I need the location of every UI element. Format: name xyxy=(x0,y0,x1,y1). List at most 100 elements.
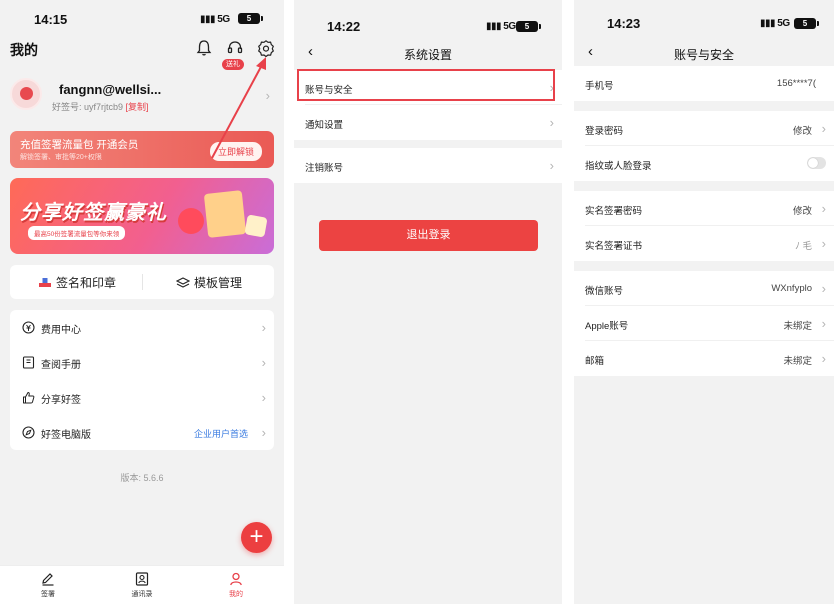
menu-label: 查阅手册 xyxy=(41,360,81,371)
coin-icon xyxy=(22,321,35,334)
tab-label: 我的 xyxy=(229,591,243,598)
chevron-right-icon: › xyxy=(261,425,266,440)
gear-icon[interactable] xyxy=(257,39,275,57)
row-value: 未绑定 xyxy=(783,356,812,367)
biometric-row: 指纹或人脸登录 xyxy=(574,146,834,181)
version-text: 版本: 5.6.6 xyxy=(120,473,164,483)
row-label: Apple账号 xyxy=(585,321,629,332)
chevron-right-icon: › xyxy=(821,236,826,251)
page-title: 我的 xyxy=(10,42,38,58)
chevron-right-icon: › xyxy=(261,390,266,405)
tool-label: 模板管理 xyxy=(194,276,243,290)
status-time: 14:23 xyxy=(607,16,641,31)
highlight-box xyxy=(297,69,555,101)
row-value: 修改 xyxy=(792,126,812,137)
sign-password-row[interactable]: 实名签署密码 修改 › xyxy=(574,191,834,226)
row-label: 实名签署证书 xyxy=(585,241,643,252)
row-label: 邮箱 xyxy=(585,356,605,367)
vip-title: 充值签署流量包 开通会员 xyxy=(20,139,139,151)
layers-icon xyxy=(176,277,190,288)
row-value: WXnfyplo xyxy=(771,283,812,294)
tab-label: 通讯录 xyxy=(131,591,153,598)
logout-button[interactable]: 退出登录 xyxy=(319,220,538,251)
menu-label: 费用中心 xyxy=(41,325,81,336)
menu-item-desktop[interactable]: 好签电脑版 企业用户首选 › xyxy=(10,415,274,450)
chevron-right-icon: › xyxy=(261,320,266,335)
row-label: 实名签署密码 xyxy=(585,206,643,217)
row-value: ﾉ 毛 xyxy=(795,241,812,252)
signal-icon: ▮▮▮ 5G xyxy=(200,14,230,25)
sign-cert-row[interactable]: 实名签署证书 ﾉ 毛 › xyxy=(574,226,834,261)
tab-mine[interactable]: 我的 xyxy=(206,572,266,599)
settings-group: 注销账号 › xyxy=(294,148,562,183)
row-value: 修改 xyxy=(792,206,812,217)
banner-title: 分享好签赢豪礼 xyxy=(20,202,167,224)
signature-seal-button[interactable]: 签名和印章 xyxy=(38,274,116,291)
login-password-row[interactable]: 登录密码 修改 › xyxy=(574,111,834,146)
menu-list: 费用中心 › 查阅手册 › 分享好签 › 好签电脑版 企业用户首选 › xyxy=(10,310,274,450)
chevron-right-icon: › xyxy=(821,281,826,296)
gift-ball-image xyxy=(178,208,204,234)
avatar xyxy=(10,78,42,110)
promo-banner[interactable]: 分享好签赢豪礼 最高50份签署流量包等你来领 xyxy=(10,178,274,254)
add-button[interactable]: + xyxy=(241,522,272,553)
thumbs-up-icon xyxy=(23,392,35,404)
contacts-icon xyxy=(135,572,149,586)
settings-item-delete-account[interactable]: 注销账号 › xyxy=(294,148,562,183)
profile-screen: 14:15 ▮▮▮ 5G 5 我的 送礼 fangnn@wellsi... 好签… xyxy=(0,0,284,604)
headset-icon[interactable] xyxy=(226,39,244,57)
unlock-button[interactable]: 立即解锁 xyxy=(209,142,262,161)
settings-group: 实名签署密码 修改 › 实名签署证书 ﾉ 毛 › xyxy=(574,191,834,261)
network-label: 5G xyxy=(777,18,790,29)
tool-label: 签名和印章 xyxy=(56,276,117,290)
battery-icon: 5 xyxy=(516,21,541,32)
tab-contacts[interactable]: 通讯录 xyxy=(112,572,172,599)
row-label: 登录密码 xyxy=(585,126,624,137)
chevron-right-icon: › xyxy=(821,351,826,366)
chevron-right-icon: › xyxy=(261,355,266,370)
menu-label: 好签电脑版 xyxy=(41,430,91,441)
row-label: 指纹或人脸登录 xyxy=(585,161,652,172)
row-label: 注销账号 xyxy=(305,163,344,174)
chevron-right-icon: › xyxy=(265,88,270,103)
gift-box-image xyxy=(244,214,268,238)
bell-icon[interactable] xyxy=(195,39,213,57)
row-label: 手机号 xyxy=(585,81,614,92)
row-label: 微信账号 xyxy=(585,286,624,297)
copy-id-link[interactable]: [复制] xyxy=(126,102,149,112)
pen-icon xyxy=(42,573,54,586)
phone-row[interactable]: 手机号 156****7( xyxy=(574,66,834,101)
signal-icon: ▮▮▮ 5G xyxy=(760,18,790,29)
page-title: 系统设置 xyxy=(403,48,452,62)
menu-item-fee-center[interactable]: 费用中心 › xyxy=(10,310,274,345)
book-icon xyxy=(22,356,35,369)
account-security-screen: 14:23 ▮▮▮ 5G 5 ‹ 账号与安全 手机号 156****7( 登录密… xyxy=(574,0,834,604)
person-icon xyxy=(230,572,242,586)
status-bar: 14:23 ▮▮▮ 5G 5 xyxy=(574,0,834,36)
menu-item-manual[interactable]: 查阅手册 › xyxy=(10,345,274,380)
stamp-icon xyxy=(39,278,51,287)
enterprise-hint: 企业用户首选 xyxy=(193,429,248,439)
tools-bar: 签名和印章 模板管理 xyxy=(10,265,274,299)
profile-id-label: 好签号: uyf7rjtcb9 xyxy=(52,102,124,112)
gift-box-image xyxy=(203,190,247,238)
chevron-right-icon: › xyxy=(821,201,826,216)
menu-label: 分享好签 xyxy=(41,395,81,406)
tab-sign[interactable]: 签署 xyxy=(18,572,78,599)
profile-card[interactable]: fangnn@wellsi... 好签号: uyf7rjtcb9 [复制] › xyxy=(10,78,274,118)
gift-badge: 送礼 xyxy=(222,59,244,70)
wechat-row[interactable]: 微信账号 WXnfyplo › xyxy=(574,271,834,306)
compass-icon xyxy=(22,426,35,439)
profile-id: 好签号: uyf7rjtcb9 [复制] xyxy=(52,100,149,113)
settings-item-notifications[interactable]: 通知设置 › xyxy=(294,105,562,140)
divider xyxy=(142,274,143,290)
menu-item-share[interactable]: 分享好签 › xyxy=(10,380,274,415)
biometric-toggle[interactable] xyxy=(807,157,826,169)
settings-group: 微信账号 WXnfyplo › Apple账号 未绑定 › 邮箱 未绑定 › xyxy=(574,271,834,376)
vip-banner[interactable]: 充值签署流量包 开通会员 解锁签署、审批等20+权限 立即解锁 xyxy=(10,131,274,168)
email-row[interactable]: 邮箱 未绑定 › xyxy=(574,341,834,376)
template-manage-button[interactable]: 模板管理 xyxy=(176,274,242,291)
apple-row[interactable]: Apple账号 未绑定 › xyxy=(574,306,834,341)
tab-bar: 签署 通讯录 我的 xyxy=(0,565,284,604)
status-bar: 14:15 ▮▮▮ 5G 5 xyxy=(0,0,284,36)
